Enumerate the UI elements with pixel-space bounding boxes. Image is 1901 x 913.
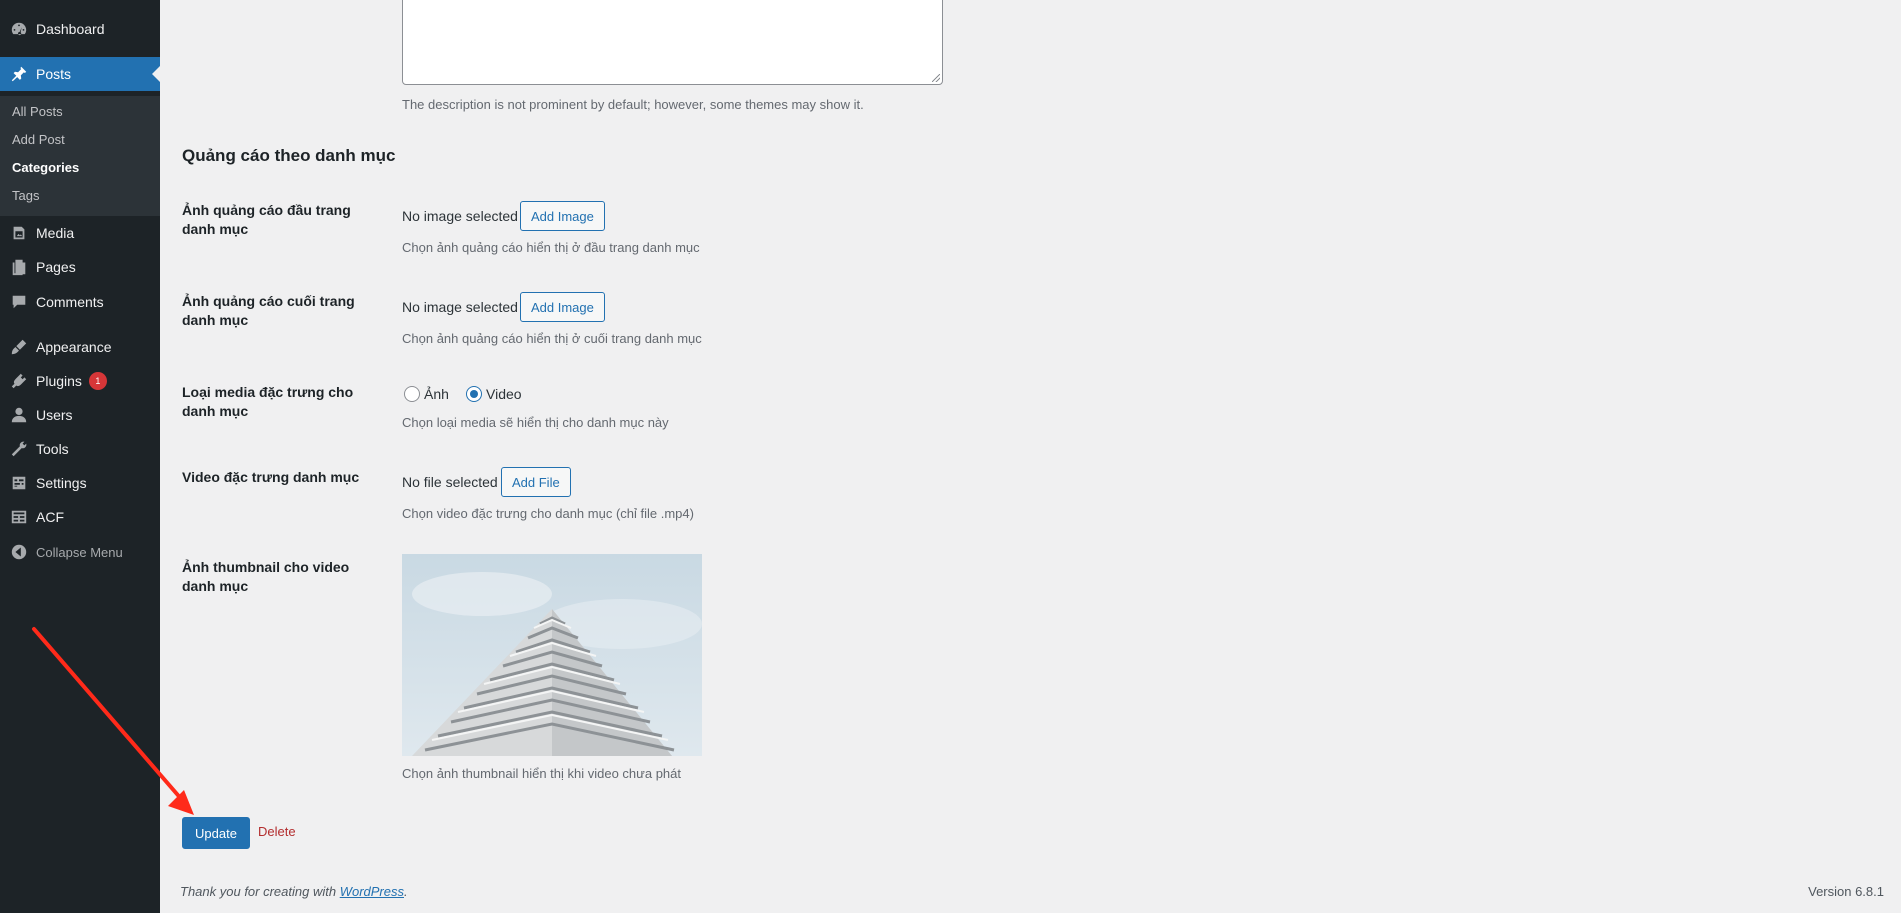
sidebar-item-label: Tools xyxy=(36,441,69,457)
footer-version: Version 6.8.1 xyxy=(1808,884,1884,899)
tools-icon xyxy=(0,440,36,458)
radio-video-label: Video xyxy=(486,386,522,402)
wordpress-link[interactable]: WordPress xyxy=(340,884,404,899)
appearance-icon xyxy=(0,338,36,356)
acf-icon xyxy=(0,508,36,526)
media-type-video-option[interactable]: Video xyxy=(466,386,522,402)
sidebar-item-acf[interactable]: ACF xyxy=(0,500,160,534)
video-help: Chọn video đặc trưng cho danh mục (chỉ f… xyxy=(402,506,694,521)
dashboard-icon xyxy=(0,20,36,38)
description-textarea[interactable] xyxy=(402,0,943,85)
top-ad-label: Ảnh quảng cáo đầu trang danh mục xyxy=(182,202,351,237)
radio-image-label: Ảnh xyxy=(424,386,449,402)
sidebar-item-label: Posts xyxy=(36,66,72,82)
plugins-icon xyxy=(0,372,36,390)
sidebar-item-plugins[interactable]: Plugins 1 xyxy=(0,364,160,398)
update-count-badge: 1 xyxy=(88,372,107,390)
posts-submenu: All Posts Add Post Categories Tags xyxy=(0,96,160,216)
footer-thanks-prefix: Thank you for creating with xyxy=(180,884,340,899)
collapse-menu-button[interactable]: Collapse Menu xyxy=(0,535,160,569)
bottom-ad-add-image-button[interactable]: Add Image xyxy=(520,292,605,322)
sidebar-item-pages[interactable]: Pages xyxy=(0,250,160,284)
top-ad-help: Chọn ảnh quảng cáo hiển thị ở đầu trang … xyxy=(402,240,700,255)
video-label: Video đặc trưng danh mục xyxy=(182,469,360,485)
thumbnail-label: Ảnh thumbnail cho video danh mục xyxy=(182,559,350,594)
delete-link[interactable]: Delete xyxy=(258,824,296,839)
media-type-help: Chọn loại media sẽ hiển thị cho danh mục… xyxy=(402,415,669,430)
sidebar-item-media[interactable]: Media xyxy=(0,216,160,250)
top-ad-status: No image selected xyxy=(402,208,518,224)
sidebar-item-label: Settings xyxy=(36,475,87,491)
section-title: Quảng cáo theo danh mục xyxy=(182,146,396,165)
submenu-categories[interactable]: Categories xyxy=(12,160,79,175)
pin-icon xyxy=(0,65,36,83)
collapse-arrow-icon xyxy=(0,543,36,561)
media-icon xyxy=(0,224,36,242)
comments-icon xyxy=(0,293,36,311)
video-add-file-button[interactable]: Add File xyxy=(501,467,571,497)
sidebar-item-tools[interactable]: Tools xyxy=(0,432,160,466)
sidebar-item-label: Plugins xyxy=(36,373,82,389)
sidebar-item-label: Media xyxy=(36,225,75,241)
resize-grip-icon[interactable] xyxy=(932,74,940,82)
collapse-menu-label: Collapse Menu xyxy=(36,544,123,560)
submenu-tags[interactable]: Tags xyxy=(12,188,39,203)
main-content: The description is not prominent by defa… xyxy=(160,0,1901,913)
sidebar-item-label: Comments xyxy=(36,294,104,310)
footer-thanks: Thank you for creating with WordPress. xyxy=(180,884,408,899)
sidebar-item-label: ACF xyxy=(36,509,64,525)
bottom-ad-label: Ảnh quảng cáo cuối trang danh mục xyxy=(182,293,355,328)
footer-thanks-suffix: . xyxy=(404,884,408,899)
description-help-text: The description is not prominent by defa… xyxy=(402,97,864,112)
update-button[interactable]: Update xyxy=(182,817,250,849)
sidebar-item-posts[interactable]: Posts xyxy=(0,57,160,91)
bottom-ad-status: No image selected xyxy=(402,299,518,315)
top-ad-add-image-button[interactable]: Add Image xyxy=(520,201,605,231)
admin-sidebar: Dashboard Posts All Posts Add Post Categ… xyxy=(0,0,160,913)
sidebar-item-settings[interactable]: Settings xyxy=(0,466,160,500)
media-type-image-option[interactable]: Ảnh xyxy=(404,386,449,402)
sidebar-item-label: Users xyxy=(36,407,73,423)
settings-icon xyxy=(0,474,36,492)
sidebar-item-users[interactable]: Users xyxy=(0,398,160,432)
radio-image[interactable] xyxy=(404,386,420,402)
sidebar-item-label: Appearance xyxy=(36,339,112,355)
sidebar-item-dashboard[interactable]: Dashboard xyxy=(0,12,160,46)
submenu-add-post[interactable]: Add Post xyxy=(12,132,65,147)
sidebar-item-comments[interactable]: Comments xyxy=(0,285,160,319)
pages-icon xyxy=(0,258,36,276)
users-icon xyxy=(0,406,36,424)
thumbnail-help: Chọn ảnh thumbnail hiển thị khi video ch… xyxy=(402,766,681,781)
sidebar-item-appearance[interactable]: Appearance xyxy=(0,330,160,364)
submenu-all-posts[interactable]: All Posts xyxy=(12,104,63,119)
media-type-label: Loại media đặc trưng cho danh mục xyxy=(182,384,354,419)
video-status: No file selected xyxy=(402,474,498,490)
sidebar-item-label: Dashboard xyxy=(36,21,105,37)
radio-video[interactable] xyxy=(466,386,482,402)
bottom-ad-help: Chọn ảnh quảng cáo hiển thị ở cuối trang… xyxy=(402,331,702,346)
sidebar-item-label: Pages xyxy=(36,259,76,275)
thumbnail-image[interactable] xyxy=(402,554,702,756)
building-photo xyxy=(402,554,702,756)
